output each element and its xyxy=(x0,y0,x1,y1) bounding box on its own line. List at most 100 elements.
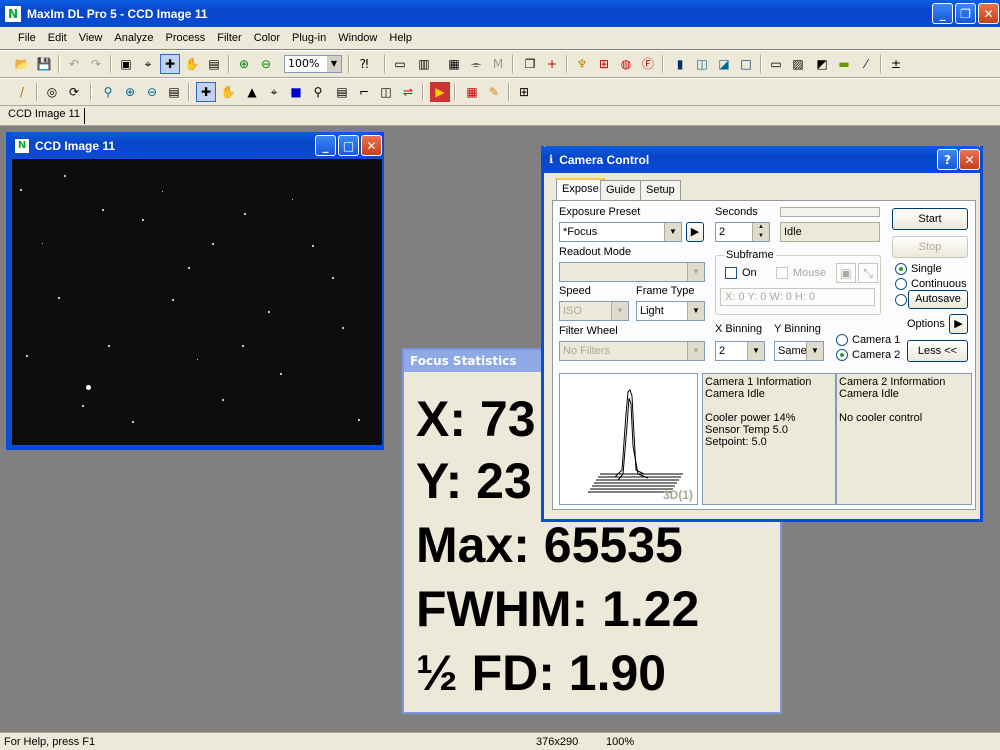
crosshair-2-icon[interactable]: ✚ xyxy=(196,82,216,102)
menu-filter[interactable]: Filter xyxy=(211,32,247,44)
close-button[interactable]: ✕ xyxy=(978,3,999,24)
rectangle-icon[interactable]: ▭ xyxy=(766,54,786,74)
network-icon[interactable]: ⊞ xyxy=(514,82,534,102)
camera2-radio[interactable] xyxy=(836,349,848,361)
stop-button[interactable]: Stop xyxy=(892,236,968,258)
preset-menu-button[interactable]: ▶ xyxy=(686,222,704,242)
zoom-out-icon[interactable]: ⊖ xyxy=(256,54,276,74)
subframe-mouse-checkbox[interactable] xyxy=(776,267,788,279)
minimize-button[interactable]: _ xyxy=(932,3,953,24)
menu-file[interactable]: File xyxy=(12,32,42,44)
histogram-icon[interactable]: ▮ xyxy=(670,54,690,74)
redo-icon[interactable]: ↷ xyxy=(86,54,106,74)
image-icon[interactable]: ▣ xyxy=(116,54,136,74)
menu-help[interactable]: Help xyxy=(383,32,418,44)
subframe-reset-icon[interactable]: ⤡ xyxy=(858,263,878,283)
camera1-radio[interactable] xyxy=(836,334,848,346)
crosshair-icon[interactable]: ✚ xyxy=(160,54,180,74)
arrows-icon[interactable]: ⇌ xyxy=(398,82,418,102)
magnifier-box-icon[interactable]: ⚲ xyxy=(308,82,328,102)
graph-icon[interactable]: ◩ xyxy=(812,54,832,74)
fit-icon[interactable]: ▤ xyxy=(164,82,184,102)
filter-icon[interactable]: Ⓕ xyxy=(638,54,658,74)
subframe-on-checkbox[interactable] xyxy=(725,267,737,279)
observatory-icon[interactable]: ▥ xyxy=(414,54,434,74)
square-icon[interactable]: □ xyxy=(736,54,756,74)
align-2-icon[interactable]: ◫ xyxy=(376,82,396,102)
undo-icon[interactable]: ↶ xyxy=(64,54,84,74)
rotate-icon[interactable]: ⟳ xyxy=(64,82,84,102)
x-binning-select[interactable]: 2 ▼ xyxy=(715,341,765,361)
mirror-icon[interactable]: ◍ xyxy=(616,54,636,74)
camera-control-window[interactable]: ℹ Camera Control ? ✕ Expose Guide Setup … xyxy=(541,146,983,522)
y-binning-select[interactable]: Same ▼ xyxy=(774,341,824,361)
frame-type-select[interactable]: Light ▼ xyxy=(636,301,705,321)
copy-icon[interactable]: ❐ xyxy=(520,54,540,74)
properties-icon[interactable]: ▤ xyxy=(204,54,224,74)
menu-view[interactable]: View xyxy=(73,32,109,44)
camera-close-button[interactable]: ✕ xyxy=(959,149,980,170)
ccd-maximize-button[interactable]: □ xyxy=(338,135,359,156)
ccd-image-canvas[interactable] xyxy=(12,159,382,445)
context-help-icon[interactable]: ⁈ xyxy=(354,54,374,74)
find-icon[interactable]: ⚲ xyxy=(98,82,118,102)
m-icon[interactable]: M xyxy=(488,54,508,74)
open-icon[interactable]: 📂 xyxy=(12,54,32,74)
curve-icon[interactable]: ⁄ xyxy=(856,54,876,74)
camera-help-button[interactable]: ? xyxy=(937,149,958,170)
landscape-icon[interactable]: ▲ xyxy=(242,82,262,102)
start-button[interactable]: Start xyxy=(892,208,968,230)
menu-plugin[interactable]: Plug-in xyxy=(286,32,332,44)
telescope-icon[interactable]: ⌯ xyxy=(466,54,486,74)
continuous-radio[interactable] xyxy=(895,278,907,290)
less-button[interactable]: Less << xyxy=(907,340,968,362)
ccd-image-window[interactable]: N CCD Image 11 _ □ ✕ xyxy=(6,132,384,450)
menu-color[interactable]: Color xyxy=(248,32,286,44)
select-icon[interactable]: ⌖ xyxy=(138,54,158,74)
tab-ccd-image-11[interactable]: CCD Image 11 xyxy=(4,108,85,124)
exposure-preset-select[interactable]: *Focus ▼ xyxy=(559,222,682,242)
align-icon[interactable]: ◫ xyxy=(692,54,712,74)
hand-2-icon[interactable]: ✋ xyxy=(218,82,238,102)
plus-icon[interactable]: + xyxy=(542,54,562,74)
seconds-spinner[interactable]: 2 ▲ ▼ xyxy=(715,222,770,242)
doc-icon[interactable]: ▤ xyxy=(332,82,352,102)
line-icon[interactable]: / xyxy=(12,82,32,102)
zoom-select[interactable]: 100% ▼ xyxy=(284,55,342,73)
ccd-window-title-bar[interactable]: N CCD Image 11 _ □ ✕ xyxy=(9,132,382,159)
autosave-button[interactable]: Autosave xyxy=(908,290,968,309)
subframe-select-icon[interactable]: ▣ xyxy=(836,263,856,283)
target-icon[interactable]: ◎ xyxy=(42,82,62,102)
ruler-icon[interactable]: ▬ xyxy=(834,54,854,74)
options-menu-button[interactable]: ▶ xyxy=(949,314,968,334)
app-title-bar[interactable]: N MaxIm DL Pro 5 - CCD Image 11 _ ❐ ✕ xyxy=(0,0,1000,27)
hand-icon[interactable]: ✋ xyxy=(182,54,202,74)
blue-square-icon[interactable]: ■ xyxy=(286,82,306,102)
stack-icon[interactable]: ◪ xyxy=(714,54,734,74)
chart-icon[interactable]: ⌐ xyxy=(354,82,374,102)
ccd-close-button[interactable]: ✕ xyxy=(361,135,382,156)
brush-icon[interactable]: ♆ xyxy=(572,54,592,74)
zoom-out-2-icon[interactable]: ⊖ xyxy=(142,82,162,102)
pin-icon[interactable]: ✎ xyxy=(484,82,504,102)
speed-select[interactable]: ISO ▼ xyxy=(559,301,629,321)
autosave-radio[interactable] xyxy=(895,294,907,306)
record-icon[interactable]: ▶ xyxy=(430,82,450,102)
readout-mode-select[interactable]: ▼ xyxy=(559,262,705,282)
menu-analyze[interactable]: Analyze xyxy=(108,32,159,44)
single-radio[interactable] xyxy=(895,263,907,275)
ccd-minimize-button[interactable]: _ xyxy=(315,135,336,156)
tab-setup[interactable]: Setup xyxy=(640,180,681,200)
tab-guide[interactable]: Guide xyxy=(600,180,642,200)
focus-3d-graph[interactable]: 3D(1) xyxy=(559,373,698,505)
grid-icon[interactable]: ▦ xyxy=(462,82,482,102)
filter-wheel-select[interactable]: No Filters ▼ xyxy=(559,341,705,361)
menu-edit[interactable]: Edit xyxy=(42,32,73,44)
save-icon[interactable]: 💾 xyxy=(34,54,54,74)
camera-icon[interactable]: ▭ xyxy=(390,54,410,74)
zoom-in-2-icon[interactable]: ⊕ xyxy=(120,82,140,102)
move-icon[interactable]: ⌖ xyxy=(264,82,284,102)
menu-process[interactable]: Process xyxy=(160,32,212,44)
picture-icon[interactable]: ▨ xyxy=(788,54,808,74)
zoom-in-icon[interactable]: ⊕ xyxy=(234,54,254,74)
